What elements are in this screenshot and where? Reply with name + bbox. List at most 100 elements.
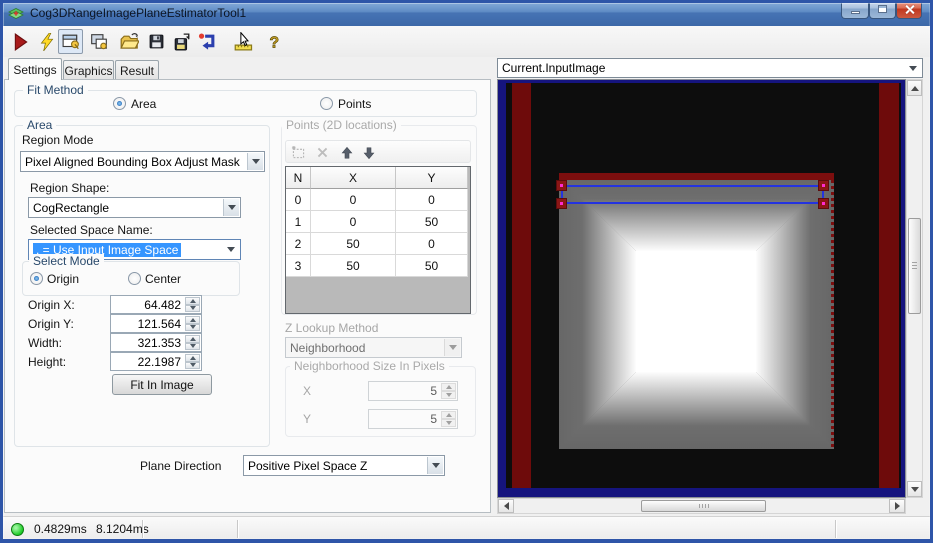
col-y: Y <box>396 167 468 189</box>
toolbar: ? <box>3 26 930 57</box>
add-point-icon <box>289 143 308 162</box>
chevron-down-icon[interactable] <box>223 199 239 216</box>
help-button[interactable]: ? <box>261 29 286 54</box>
reset-button[interactable] <box>195 29 220 54</box>
select-mode-center-label: Center <box>145 272 182 286</box>
run-icon <box>14 32 28 51</box>
tab-result-label: Result <box>119 63 154 78</box>
region-handle-top-left[interactable] <box>556 180 567 191</box>
height-field[interactable]: 22.1987 <box>110 352 202 371</box>
cell: 0 <box>311 189 396 211</box>
horizontal-scroll-thumb[interactable] <box>641 500 766 512</box>
region-overlay-rect[interactable] <box>561 185 824 204</box>
arrow-left-icon <box>503 502 509 510</box>
open-file-button[interactable] <box>117 29 142 54</box>
tab-settings[interactable]: Settings <box>8 58 62 80</box>
save-icon <box>149 34 164 49</box>
plane-direction-combobox[interactable]: Positive Pixel Space Z <box>243 455 445 476</box>
col-n: N <box>286 167 311 189</box>
chevron-down-icon[interactable] <box>427 457 443 474</box>
region-shape-combobox[interactable]: CogRectangle <box>28 197 241 218</box>
select-mode-origin-radio[interactable] <box>30 272 43 285</box>
z-lookup-label: Z Lookup Method <box>285 321 379 335</box>
display-source-combobox[interactable]: Current.InputImage <box>497 58 923 78</box>
mask-strip-top <box>559 173 834 180</box>
fit-in-image-button[interactable]: Fit In Image <box>112 374 212 395</box>
neighborhood-x-field: 5 <box>368 381 458 401</box>
region-mode-combobox[interactable]: Pixel Aligned Bounding Box Adjust Mask <box>20 151 265 172</box>
selected-space-label: Selected Space Name: <box>30 223 153 237</box>
cell: 50 <box>311 255 396 277</box>
chevron-down-icon[interactable] <box>905 60 921 76</box>
electric-run-button[interactable] <box>34 29 59 54</box>
fit-method-group: Fit Method <box>14 83 477 117</box>
image-display[interactable] <box>497 79 906 498</box>
chevron-down-icon[interactable] <box>223 241 239 258</box>
height-label: Height: <box>28 355 67 369</box>
height-stepper[interactable] <box>185 354 200 369</box>
save-button[interactable] <box>144 29 169 54</box>
status-bar: 0.4829ms 8.1204ms <box>3 516 930 540</box>
run-button[interactable] <box>8 29 33 54</box>
select-mode-group-label: Select Mode <box>29 254 104 268</box>
region-handle-top-right[interactable] <box>818 180 829 191</box>
cell: 0 <box>311 211 396 233</box>
neighborhood-y-stepper <box>441 411 456 427</box>
move-up-icon <box>337 143 356 162</box>
tool-edit-window: Cog3DRangeImagePlaneEstimatorTool1 ? Set… <box>0 0 933 543</box>
fit-method-area-radio[interactable] <box>113 97 126 110</box>
electric-pointer-button[interactable] <box>231 29 256 54</box>
image-stripe-right <box>879 83 899 488</box>
minimize-button[interactable] <box>841 0 869 19</box>
cell: 3 <box>286 255 311 277</box>
fit-method-area-label: Area <box>131 97 157 111</box>
chevron-down-icon[interactable] <box>247 153 263 170</box>
chevron-down-icon <box>444 339 460 356</box>
table-row: 1 0 50 <box>286 211 470 233</box>
maximize-button[interactable] <box>869 0 896 19</box>
horizontal-scrollbar[interactable] <box>497 498 906 514</box>
origin-y-field[interactable]: 121.564 <box>110 314 202 333</box>
minimize-icon <box>850 10 860 14</box>
z-lookup-combobox: Neighborhood <box>285 337 462 358</box>
origin-x-stepper[interactable] <box>185 297 200 312</box>
tab-graphics[interactable]: Graphics <box>63 60 114 80</box>
vertical-scroll-thumb[interactable] <box>908 218 921 314</box>
origin-y-stepper[interactable] <box>185 316 200 331</box>
region-handle-bottom-right[interactable] <box>818 198 829 209</box>
tab-result[interactable]: Result <box>115 60 159 80</box>
save-image-icon <box>174 32 189 50</box>
table-row: 0 0 0 <box>286 189 470 211</box>
title-bar[interactable]: Cog3DRangeImagePlaneEstimatorTool1 <box>0 0 933 26</box>
cell: 50 <box>396 255 468 277</box>
col-x: X <box>311 167 396 189</box>
scroll-left-button[interactable] <box>498 499 514 513</box>
origin-x-field[interactable]: 64.482 <box>110 295 202 314</box>
width-field[interactable]: 321.353 <box>110 333 202 352</box>
maximize-icon <box>878 5 887 13</box>
region-handle-bottom-left[interactable] <box>556 198 567 209</box>
region-shape-label: Region Shape: <box>30 181 110 195</box>
width-value: 321.353 <box>137 336 181 350</box>
region-mode-value: Pixel Aligned Bounding Box Adjust Mask <box>25 154 240 169</box>
z-lookup-value: Neighborhood <box>290 340 366 355</box>
vertical-scrollbar[interactable] <box>906 79 923 498</box>
select-mode-center-radio[interactable] <box>128 272 141 285</box>
save-image-button[interactable] <box>169 29 194 54</box>
scroll-right-button[interactable] <box>889 499 905 513</box>
show-record-display-button[interactable] <box>58 29 83 54</box>
neighborhood-y-field: 5 <box>368 409 458 429</box>
scroll-up-button[interactable] <box>907 80 922 96</box>
points-toolbar <box>285 140 471 163</box>
close-icon <box>904 4 915 15</box>
plane-direction-value: Positive Pixel Space Z <box>248 458 368 473</box>
fit-in-image-label: Fit In Image <box>130 377 194 392</box>
scroll-down-button[interactable] <box>907 481 922 497</box>
status-separator <box>835 520 836 538</box>
origin-y-value: 121.564 <box>137 317 181 331</box>
close-button[interactable] <box>896 0 922 19</box>
width-stepper[interactable] <box>185 335 200 350</box>
fit-method-points-radio[interactable] <box>320 97 333 110</box>
run-time: 0.4829ms <box>34 522 87 536</box>
float-window-button[interactable] <box>86 29 111 54</box>
